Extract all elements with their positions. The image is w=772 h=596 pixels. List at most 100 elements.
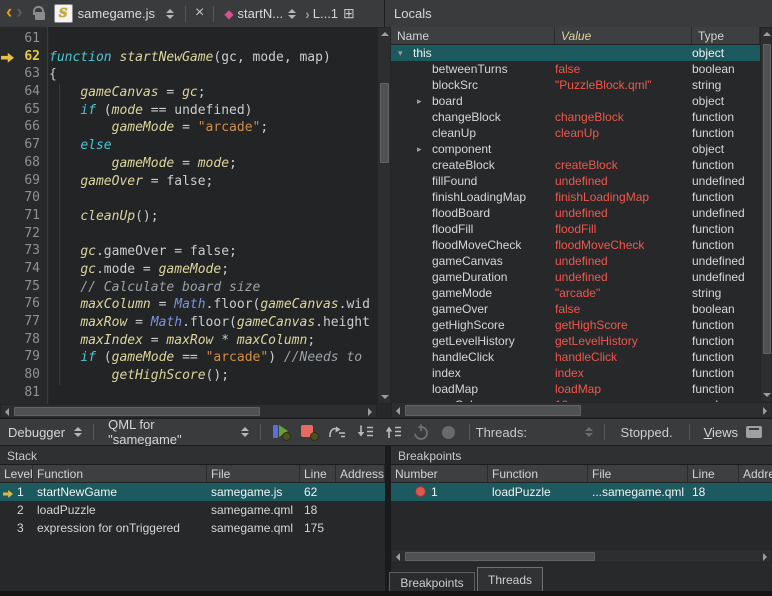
locals-row[interactable]: gameOverfalseboolean	[391, 301, 760, 317]
stack-frame-row[interactable]: 3expression for onTriggeredsamegame.qml1…	[0, 519, 385, 537]
back-icon[interactable]: ‹	[6, 3, 12, 23]
stack-column-level[interactable]: Level	[0, 465, 33, 482]
line-number[interactable]: 64	[0, 84, 47, 102]
locals-row[interactable]: fillFoundundefinedundefined	[391, 173, 760, 189]
stack-frame-row[interactable]: 1startNewGamesamegame.js62	[0, 483, 385, 501]
locals-row[interactable]: cleanUpcleanUpfunction	[391, 125, 760, 141]
line-number[interactable]: 70	[0, 190, 47, 208]
locals-row[interactable]: gameCanvasundefinedundefined	[391, 253, 760, 269]
scroll-up-icon[interactable]	[381, 32, 389, 36]
locals-row[interactable]: ▸boardobject	[391, 93, 760, 109]
locals-row[interactable]: loadMaploadMapfunction	[391, 381, 760, 397]
editor-horizontal-scrollbar[interactable]	[0, 404, 377, 418]
scroll-left-icon[interactable]	[396, 407, 400, 415]
expand-arrow-icon[interactable]: ▸	[417, 144, 432, 155]
overflow-chevron-icon[interactable]: ›	[305, 6, 310, 22]
interrupt-button[interactable]	[297, 421, 321, 443]
debug-target-dropdown[interactable]: QML for "samegame"	[108, 417, 232, 447]
breakpoints-column-number[interactable]: Number	[391, 465, 488, 482]
line-number-gutter[interactable]: 6162636465666768697071727374757677787980…	[0, 27, 48, 404]
breakpoints-column-line[interactable]: Line	[688, 465, 739, 482]
line-number[interactable]: 61	[0, 31, 47, 49]
locals-row[interactable]: handleClickhandleClickfunction	[391, 349, 760, 365]
line-number[interactable]: 63	[0, 66, 47, 84]
step-into-button[interactable]	[353, 421, 377, 443]
views-menu-icon[interactable]	[746, 426, 762, 438]
breakpoints-horizontal-scrollbar[interactable]	[391, 549, 772, 563]
locals-vertical-scrollbar[interactable]	[760, 27, 772, 402]
line-number[interactable]: 65	[0, 102, 47, 120]
locals-row[interactable]: ▸componentobject	[391, 141, 760, 157]
breakpoint-row[interactable]: 1loadPuzzle...samegame.qml18	[391, 483, 772, 501]
locals-column-name[interactable]: Name	[391, 27, 555, 44]
line-number[interactable]: 77	[0, 314, 47, 332]
line-number[interactable]: 81	[0, 385, 47, 403]
breakpoints-column-address[interactable]: Address	[739, 465, 772, 482]
locals-row[interactable]: blockSrc"PuzzleBlock.qml"string	[391, 77, 760, 93]
line-number[interactable]: 68	[0, 155, 47, 173]
views-menu-button[interactable]: Views	[704, 425, 738, 440]
locals-column-value[interactable]: Value	[555, 27, 692, 44]
line-number[interactable]: 74	[0, 261, 47, 279]
stack-frame-row[interactable]: 2loadPuzzlesamegame.qml18	[0, 501, 385, 519]
record-button[interactable]	[437, 421, 461, 443]
stack-column-function[interactable]: Function	[33, 465, 207, 482]
code-editor[interactable]: function startNewGame(gc, mode, map){ ga…	[49, 27, 377, 404]
editor-vertical-scrollbar[interactable]	[377, 27, 391, 404]
debug-engine-dropdown[interactable]: Debugger	[8, 425, 65, 440]
expand-arrow-icon[interactable]: ▸	[417, 96, 432, 107]
close-icon[interactable]: ×	[195, 4, 204, 22]
stack-column-line[interactable]: Line	[300, 465, 336, 482]
scrollbar-handle[interactable]	[405, 405, 581, 416]
locals-row[interactable]: floodMoveCheckfloodMoveCheckfunction	[391, 237, 760, 253]
locals-horizontal-scrollbar[interactable]	[391, 402, 772, 418]
scroll-right-icon[interactable]	[368, 408, 372, 416]
tab-threads[interactable]: Threads	[477, 567, 543, 593]
stack-column-file[interactable]: File	[207, 465, 300, 482]
scroll-right-icon[interactable]	[763, 407, 767, 415]
stack-column-address[interactable]: Address	[336, 465, 385, 482]
scrollbar-handle[interactable]	[763, 44, 771, 354]
scroll-right-icon[interactable]	[763, 553, 767, 561]
scrollbar-handle[interactable]	[380, 83, 389, 163]
step-out-button[interactable]	[381, 421, 405, 443]
scroll-down-icon[interactable]	[763, 393, 771, 397]
locals-column-type[interactable]: Type	[692, 27, 760, 44]
document-dropdown-icon[interactable]	[166, 9, 174, 19]
locals-row[interactable]: ▾thisobject	[391, 45, 760, 61]
tab-breakpoints[interactable]: Breakpoints	[389, 572, 475, 593]
locals-row[interactable]: createBlockcreateBlockfunction	[391, 157, 760, 173]
forward-icon[interactable]: ›	[16, 3, 22, 23]
target-dropdown-icon[interactable]	[241, 427, 249, 437]
locals-row[interactable]: gameDurationundefinedundefined	[391, 269, 760, 285]
locals-row[interactable]: indexindexfunction	[391, 365, 760, 381]
locals-row[interactable]: finishLoadingMapfinishLoadingMapfunction	[391, 189, 760, 205]
line-number[interactable]: 73	[0, 243, 47, 261]
line-number[interactable]: 62	[0, 49, 47, 67]
locals-row[interactable]: floodBoardundefinedundefined	[391, 205, 760, 221]
scroll-left-icon[interactable]	[5, 408, 9, 416]
restart-button[interactable]	[409, 421, 433, 443]
line-number[interactable]: 75	[0, 279, 47, 297]
line-number[interactable]: 71	[0, 208, 47, 226]
line-number[interactable]: 66	[0, 119, 47, 137]
threads-dropdown[interactable]: Threads:	[476, 425, 598, 440]
locals-row[interactable]: gameMode"arcade"string	[391, 285, 760, 301]
open-document-name[interactable]: samegame.js	[78, 6, 155, 21]
collapse-arrow-icon[interactable]: ▾	[398, 48, 413, 59]
line-number[interactable]: 69	[0, 173, 47, 191]
locals-row[interactable]: betweenTurnsfalseboolean	[391, 61, 760, 77]
breakpoints-column-function[interactable]: Function	[488, 465, 588, 482]
scrollbar-handle[interactable]	[405, 552, 595, 561]
continue-button[interactable]	[269, 421, 293, 443]
engine-dropdown-icon[interactable]	[74, 427, 82, 437]
line-number[interactable]: 80	[0, 367, 47, 385]
locals-row[interactable]: getHighScoregetHighScorefunction	[391, 317, 760, 333]
scrollbar-handle[interactable]	[14, 407, 260, 416]
line-number[interactable]: 79	[0, 349, 47, 367]
line-number[interactable]: 67	[0, 137, 47, 155]
split-editor-icon[interactable]: ⊞	[343, 5, 355, 22]
locals-row[interactable]: floodFillfloodFillfunction	[391, 221, 760, 237]
scroll-up-icon[interactable]	[763, 32, 771, 36]
symbol-dropdown[interactable]: startN...	[238, 6, 284, 21]
